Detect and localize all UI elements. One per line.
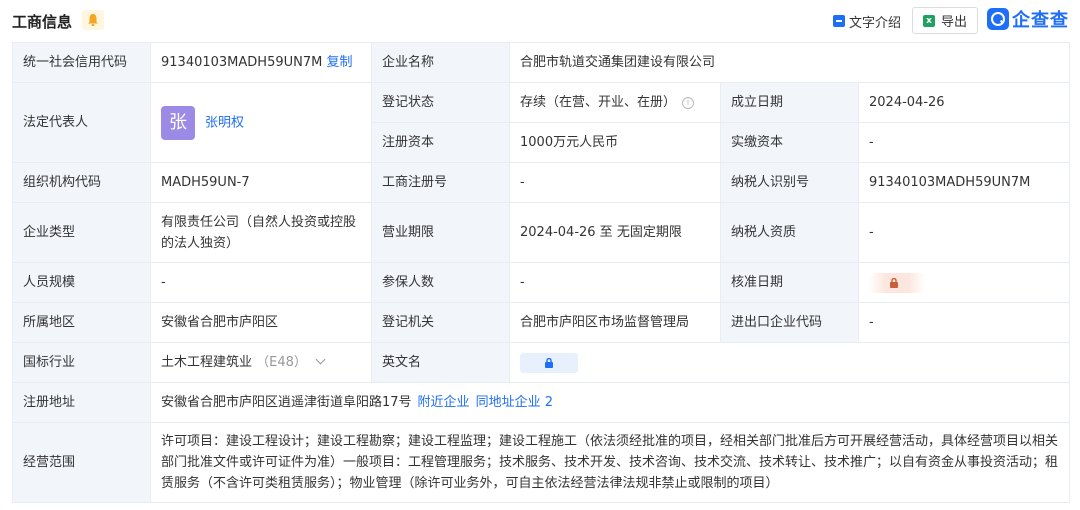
credit-code-label: 统一社会信用代码 [12, 42, 151, 83]
reg-status-value: 存续（在营、开业、在册） [520, 95, 677, 110]
excel-icon: x [922, 14, 935, 27]
scope-value: 许可项目：建设工程设计；建设工程勘察；建设工程监理；建设工程施工（依法须经批准的… [149, 422, 1071, 503]
company-name-value: 合肥市轨道交通集团建设有限公司 [508, 42, 1071, 83]
industry-value: 土木工程建筑业 [161, 355, 253, 370]
english-name-label: 英文名 [371, 342, 510, 383]
chevron-down-icon[interactable] [315, 354, 326, 365]
taxpayer-qual-label: 纳税人资质 [720, 202, 859, 263]
info-icon[interactable]: i [682, 96, 695, 109]
industry-label: 国标行业 [12, 342, 151, 383]
biz-reg-no-label: 工商注册号 [371, 162, 510, 203]
paid-capital-value: - [857, 122, 1071, 163]
biz-reg-no-value: - [509, 162, 721, 203]
est-date-value: 2024-04-26 [857, 82, 1071, 123]
company-type-value: 有限责任公司（自然人投资或控股的法人独资） [150, 202, 372, 263]
export-label: 导出 [940, 15, 967, 30]
paid-capital-label: 实缴资本 [720, 122, 859, 163]
doc-icon [833, 15, 845, 27]
legal-rep-name-link[interactable]: 张明权 [205, 115, 244, 130]
org-code-label: 组织机构代码 [12, 162, 151, 203]
address-label: 注册地址 [12, 382, 151, 423]
brand-logo[interactable]: 企查查 [987, 7, 1069, 31]
table-row: 注册地址 安徽省合肥市庐阳区逍遥津街道阜阳路17号 附近企业 同地址企业 2 [12, 382, 1071, 423]
text-intro-label: 文字介绍 [849, 15, 902, 31]
biz-term-label: 营业期限 [371, 202, 510, 263]
reg-capital-value: 1000万元人民币 [509, 122, 721, 163]
approval-date-label: 核准日期 [720, 262, 859, 303]
nearby-companies-link[interactable]: 附近企业 [418, 395, 470, 410]
company-type-label: 企业类型 [12, 202, 151, 263]
business-info-table: 统一社会信用代码 91340103MADH59UN7M 复制 企业名称 合肥市轨… [12, 42, 1071, 503]
legal-rep-label: 法定代表人 [12, 82, 151, 163]
legal-rep-cell: 张张明权 [150, 82, 372, 163]
same-address-link[interactable]: 同地址企业 2 [476, 395, 553, 410]
taxpayer-id-value: 91340103MADH59UN7M [857, 162, 1071, 203]
credit-code-value: 91340103MADH59UN7M [161, 55, 323, 70]
credit-code-cell: 91340103MADH59UN7M 复制 [150, 42, 372, 83]
industry-cell[interactable]: 土木工程建筑业 （E48） [150, 342, 372, 383]
approval-date-cell [857, 262, 1071, 303]
brand-logo-icon [987, 8, 1009, 30]
address-value: 安徽省合肥市庐阳区逍遥津街道阜阳路17号 [161, 395, 412, 410]
reg-authority-label: 登记机关 [371, 302, 510, 343]
section-header: 工商信息 文字介绍 x 导出 企查查 [0, 0, 1080, 42]
region-label: 所属地区 [12, 302, 151, 343]
reg-status-cell: 存续（在营、开业、在册） i [509, 82, 721, 123]
est-date-label: 成立日期 [720, 82, 859, 123]
address-cell: 安徽省合肥市庐阳区逍遥津街道阜阳路17号 附近企业 同地址企业 2 [149, 382, 1071, 423]
table-row: 国标行业 土木工程建筑业 （E48） 英文名 [12, 342, 1071, 383]
table-row: 所属地区 安徽省合肥市庐阳区 登记机关 合肥市庐阳区市场监督管理局 进出口企业代… [12, 302, 1071, 343]
reg-status-label: 登记状态 [371, 82, 510, 123]
region-value: 安徽省合肥市庐阳区 [150, 302, 372, 343]
insured-value: - [509, 262, 721, 303]
import-export-label: 进出口企业代码 [720, 302, 859, 343]
avatar: 张 [161, 105, 195, 140]
locked-value[interactable] [869, 272, 925, 293]
biz-term-value: 2024-04-26 至 无固定期限 [509, 202, 721, 263]
table-row: 人员规模 - 参保人数 - 核准日期 [12, 262, 1071, 303]
reg-authority-value: 合肥市庐阳区市场监督管理局 [509, 302, 721, 343]
company-name-label: 企业名称 [371, 42, 510, 83]
scope-label: 经营范围 [12, 422, 151, 503]
taxpayer-id-label: 纳税人识别号 [720, 162, 859, 203]
table-row: 法定代表人 张张明权 登记状态 存续（在营、开业、在册） i 成立日期 2024-… [12, 82, 1071, 163]
locked-value[interactable] [520, 352, 578, 373]
table-row: 组织机构代码 MADH59UN-7 工商注册号 - 纳税人识别号 9134010… [12, 162, 1071, 203]
copy-link[interactable]: 复制 [326, 55, 352, 70]
lock-icon [890, 277, 898, 288]
table-row: 统一社会信用代码 91340103MADH59UN7M 复制 企业名称 合肥市轨… [12, 42, 1071, 83]
brand-name: 企查查 [1012, 10, 1069, 31]
staff-size-value: - [150, 262, 372, 303]
bell-icon[interactable] [82, 10, 104, 30]
org-code-value: MADH59UN-7 [150, 162, 372, 203]
english-name-cell [508, 342, 1071, 383]
staff-size-label: 人员规模 [12, 262, 151, 303]
export-button[interactable]: x 导出 [912, 7, 978, 34]
taxpayer-qual-value: - [857, 202, 1071, 263]
section-title: 工商信息 [12, 13, 73, 31]
industry-code: （E48） [256, 355, 307, 370]
lock-icon [545, 357, 553, 368]
insured-label: 参保人数 [371, 262, 510, 303]
text-intro-button[interactable]: 文字介绍 [833, 11, 901, 31]
table-row: 企业类型 有限责任公司（自然人投资或控股的法人独资） 营业期限 2024-04-… [12, 202, 1071, 263]
reg-capital-label: 注册资本 [371, 122, 510, 163]
import-export-value: - [857, 302, 1071, 343]
table-row: 经营范围 许可项目：建设工程设计；建设工程勘察；建设工程监理；建设工程施工（依法… [12, 422, 1071, 503]
